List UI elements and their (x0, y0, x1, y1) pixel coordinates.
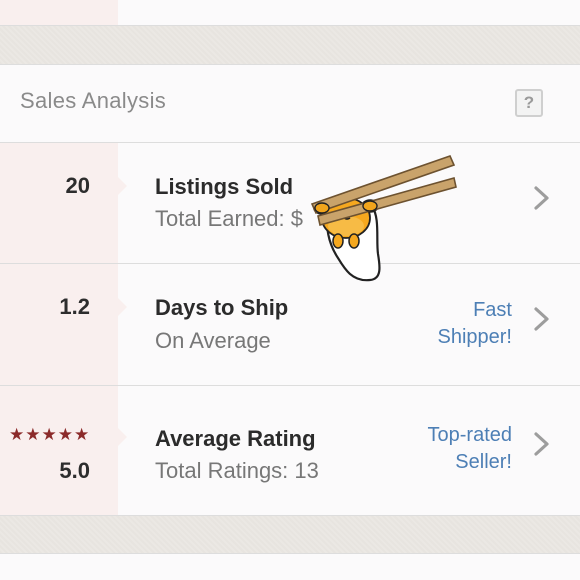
total-ratings-label: Total Ratings: 13 (155, 458, 319, 483)
badge-line: Top-rated (427, 424, 513, 446)
on-average-label: On Average (155, 328, 271, 353)
average-rating-title: Average Rating (155, 426, 316, 451)
badge-line: Shipper! (437, 326, 513, 348)
listings-sold-title: Listings Sold (155, 174, 294, 199)
chevron-right-icon (534, 432, 549, 456)
divider (0, 385, 580, 386)
divider (0, 263, 580, 264)
badge-line: Seller! (455, 451, 512, 473)
days-to-ship-title: Days to Ship (155, 295, 289, 320)
question-icon: ? (523, 93, 535, 112)
star-rating: ★★★★★ (9, 425, 91, 444)
gudetama-sticker (310, 155, 457, 282)
chevron-right-icon (534, 186, 549, 210)
days-to-ship-value: 1.2 (59, 294, 90, 319)
top-rated-badge: Top-rated Seller! (428, 422, 513, 476)
section-title: Sales Analysis (20, 88, 167, 113)
average-rating-value: 5.0 (59, 458, 90, 483)
listings-sold-value: 20 (65, 173, 90, 198)
row-notch (118, 298, 127, 316)
bottom-card-fragment (0, 554, 580, 580)
total-earned-label: Total Earned: $ (155, 206, 303, 231)
help-button[interactable]: ? (515, 89, 543, 117)
separator-band (0, 26, 580, 64)
separator-band (0, 516, 580, 553)
row-notch (118, 428, 127, 446)
fast-shipper-badge: Fast Shipper! (438, 297, 513, 351)
chevron-right-icon (534, 307, 549, 331)
top-pink-fragment (0, 0, 118, 25)
row-notch (118, 177, 127, 195)
badge-line: Fast (473, 299, 512, 321)
